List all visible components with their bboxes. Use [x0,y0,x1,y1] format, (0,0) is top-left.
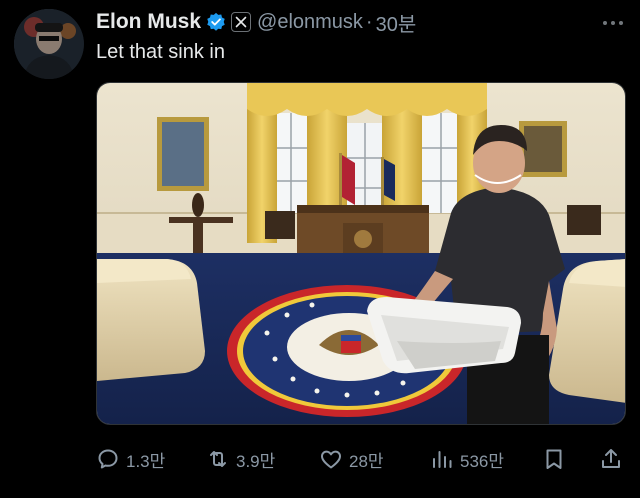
avatar-image [14,9,84,79]
oval-office-photo [97,83,625,424]
timestamp[interactable]: 30분 [376,8,417,37]
reply-button[interactable]: 1.3만 [96,446,165,472]
tweet-text: Let that sink in [96,41,225,63]
view-count: 536만 [460,451,505,471]
like-count: 28만 [349,451,384,471]
reply-icon [98,449,118,469]
tweet-media[interactable] [96,82,626,425]
retweet-icon [210,451,226,467]
verified-badge-icon[interactable] [206,12,226,32]
retweet-count: 3.9만 [236,451,276,471]
bookmark-button[interactable] [542,446,566,472]
share-icon [602,449,620,468]
share-button[interactable] [599,446,623,472]
tweet-actions: 1.3만 3.9만 28만 536만 [96,446,626,472]
retweet-button[interactable]: 3.9만 [206,446,275,472]
reply-count: 1.3만 [126,451,166,471]
views-icon [433,451,452,468]
x-logo-icon[interactable] [231,12,252,32]
heart-icon [321,450,341,469]
views-button[interactable]: 536만 [430,446,504,472]
more-icon[interactable] [602,10,624,33]
tweet: Elon Musk @elonmusk · 30분 Let that sink … [0,0,640,498]
avatar[interactable] [14,9,84,79]
bookmark-icon [546,449,562,469]
author-handle[interactable]: @elonmusk [257,11,363,34]
like-button[interactable]: 28만 [319,446,384,472]
tweet-header: Elon Musk @elonmusk · 30분 [96,8,416,36]
separator-dot: · [365,10,373,33]
author-name[interactable]: Elon Musk [96,10,201,34]
